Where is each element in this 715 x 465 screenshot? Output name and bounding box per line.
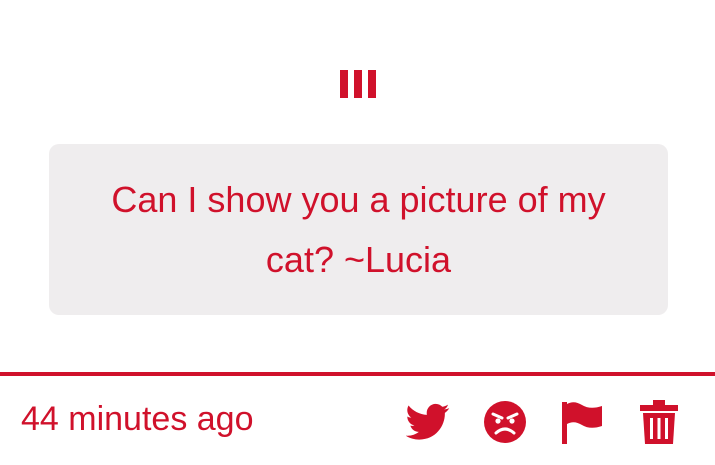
react-angry-button[interactable] <box>482 399 528 445</box>
divider <box>0 372 715 376</box>
share-twitter-button[interactable] <box>405 399 451 445</box>
drag-handle-bar <box>340 70 348 98</box>
angry-face-icon <box>484 401 526 443</box>
action-bar <box>405 398 682 446</box>
flag-icon <box>562 402 602 444</box>
twitter-icon <box>406 403 450 440</box>
message-text: Can I show you a picture of my cat? ~Luc… <box>111 178 606 280</box>
drag-handle-bar <box>354 70 362 98</box>
drag-handle-icon[interactable] <box>340 70 376 98</box>
message-card: Can I show you a picture of my cat? ~Luc… <box>49 144 668 315</box>
trash-icon <box>640 400 678 444</box>
delete-button[interactable] <box>636 399 682 445</box>
timestamp: 44 minutes ago <box>21 400 254 438</box>
report-flag-button[interactable] <box>559 399 605 445</box>
drag-handle-bar <box>368 70 376 98</box>
